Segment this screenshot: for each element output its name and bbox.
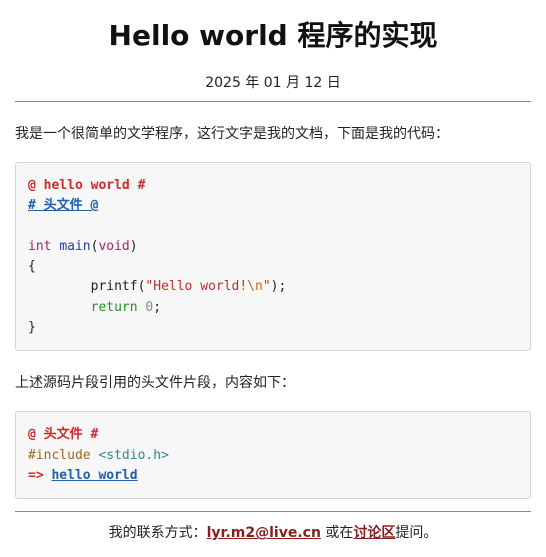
code-keyword: void: [98, 238, 130, 254]
code-header-name: <stdio.h>: [98, 447, 169, 463]
header-code-block: @ 头文件 # #include <stdio.h> => hello worl…: [15, 411, 531, 500]
code-line: # 头文件 @: [28, 196, 518, 216]
code-line: => hello world: [28, 466, 518, 486]
footer-prefix: 我的联系方式：: [108, 525, 207, 542]
publish-date: 2025 年 01 月 12 日: [205, 75, 341, 91]
footer-suffix: 提问。: [395, 525, 438, 542]
forum-link[interactable]: 讨论区: [353, 525, 395, 541]
hello-world-fragment-link[interactable]: hello world: [51, 468, 137, 483]
header-fragment-link[interactable]: # 头文件 @: [28, 198, 98, 213]
footer-divider: [15, 511, 531, 513]
code-line: #include <stdio.h>: [28, 446, 518, 466]
code-string: ": [262, 279, 271, 295]
footer: 我的联系方式：lyr.m2@live.cn 或在讨论区提问。: [15, 523, 531, 543]
code-line: int main(void): [28, 237, 518, 257]
code-keyword: int: [28, 238, 52, 254]
page-title: Hello world 程序的实现: [108, 19, 438, 52]
code-brace: }: [28, 320, 36, 336]
code-preprocessor: #include: [28, 447, 91, 463]
email-link[interactable]: lyr.m2@live.cn: [207, 525, 321, 541]
document-page: Hello world 程序的实现 2025 年 01 月 12 日 我是一个很…: [15, 0, 531, 543]
code-line: }: [28, 318, 518, 338]
code-function-name: main: [59, 238, 91, 254]
middle-paragraph: 上述源码片段引用的头文件片段，内容如下：: [15, 375, 295, 392]
main-code-block: @ hello world # # 头文件 @ int main(void) {…: [15, 162, 531, 352]
code-semicolon: ;: [153, 299, 162, 315]
code-line: return 0;: [28, 298, 518, 318]
code-line: printf("Hello world!\n");: [28, 277, 518, 297]
code-return-keyword: return: [90, 299, 138, 315]
fragment-title: @ 头文件 #: [28, 427, 99, 443]
code-brace: {: [28, 259, 36, 275]
code-function-call: printf: [90, 279, 138, 295]
fragment-title: @ hello world #: [28, 178, 146, 193]
code-string: "Hello world!: [145, 279, 248, 295]
footer-middle: 或在: [320, 525, 354, 542]
code-paren: );: [270, 279, 287, 295]
code-line: {: [28, 257, 518, 277]
code-line: @ hello world #: [28, 176, 518, 196]
code-escape: \n: [247, 279, 263, 295]
code-paren: ): [129, 238, 138, 254]
code-line: @ 头文件 #: [28, 425, 518, 445]
header-divider: [15, 101, 531, 102]
intro-paragraph: 我是一个很简单的文学程序，这行文字是我的文档，下面是我的代码：: [15, 126, 449, 142]
reference-arrow: =>: [28, 467, 44, 483]
